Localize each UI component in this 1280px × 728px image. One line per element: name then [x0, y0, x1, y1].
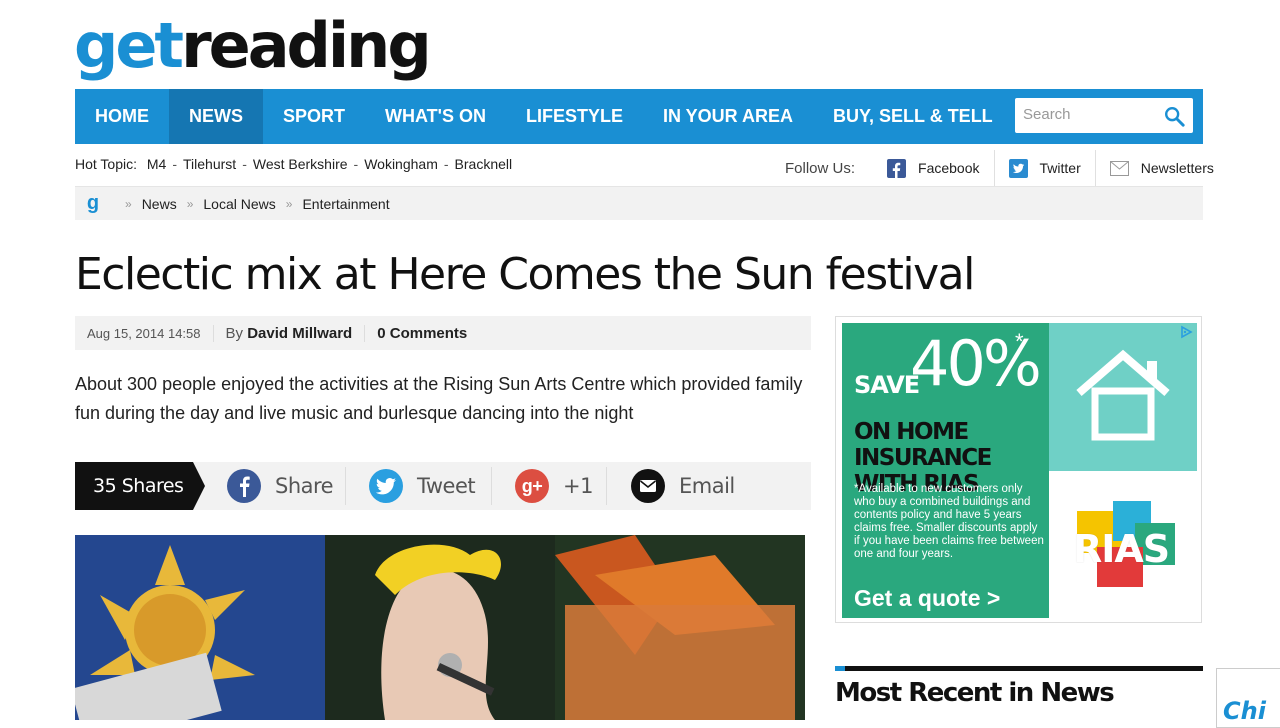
- byline: By David Millward: [212, 324, 365, 342]
- ad-asterisk: *: [1015, 329, 1024, 354]
- facebook-share-button[interactable]: Share: [227, 462, 334, 510]
- section-rule: [835, 666, 1203, 671]
- newsletters-label: Newsletters: [1140, 160, 1214, 176]
- house-icon: [1076, 349, 1170, 441]
- newsletters-link[interactable]: Newsletters: [1094, 150, 1228, 186]
- divider: [345, 467, 346, 505]
- hot-topic-link[interactable]: Tilehurst: [183, 156, 236, 172]
- search-icon[interactable]: [1163, 105, 1185, 127]
- hot-topic-separator: -: [242, 156, 247, 172]
- hot-topic-separator: -: [353, 156, 359, 172]
- nav-item-sport[interactable]: SPORT: [263, 89, 365, 144]
- nav-item-buy-sell-tell[interactable]: BUY, SELL & TELL: [813, 89, 1013, 144]
- main-nav: HOME NEWS SPORT WHAT'S ON LIFESTYLE IN Y…: [75, 89, 1203, 144]
- breadcrumb-separator: »: [186, 196, 194, 211]
- partial-logo-text: Chi: [1223, 697, 1266, 725]
- breadcrumb: g » News » Local News » Entertainment: [75, 187, 1203, 220]
- article-meta: Aug 15, 2014 14:58 By David Millward 0 C…: [75, 316, 811, 350]
- rias-logo-panel: RIAS: [1049, 471, 1197, 618]
- ad-left-panel: SAVE 40% * ON HOME INSURANCE WITH RIAS *A…: [842, 323, 1049, 618]
- partial-logo[interactable]: Chi: [1216, 668, 1280, 728]
- article-headline: Eclectic mix at Here Comes the Sun festi…: [75, 249, 975, 300]
- twitter-share-button[interactable]: Tweet: [369, 462, 476, 510]
- hot-topic-bar: Hot Topic: M4- Tilehurst - West Berkshire - W…: [75, 156, 512, 172]
- logo-reading: reading: [181, 9, 432, 82]
- breadcrumb-entertainment[interactable]: Entertainment: [302, 196, 389, 212]
- divider: [606, 467, 607, 505]
- ad-house-panel: [1049, 323, 1197, 471]
- google-plus-icon: g+: [515, 469, 549, 503]
- search-input[interactable]: [1015, 98, 1171, 131]
- hot-topic-link[interactable]: Bracknell: [455, 156, 513, 172]
- search-box: [1015, 98, 1193, 133]
- advertisement[interactable]: SAVE 40% * ON HOME INSURANCE WITH RIAS *A…: [835, 316, 1202, 623]
- breadcrumb-local-news[interactable]: Local News: [203, 196, 275, 212]
- home-g-icon[interactable]: g: [83, 193, 103, 214]
- breadcrumb-news[interactable]: News: [142, 196, 177, 212]
- author-link[interactable]: David Millward: [247, 325, 352, 342]
- share-google-label: +1: [563, 474, 593, 498]
- share-facebook-label: Share: [275, 474, 334, 498]
- facebook-icon: [227, 469, 261, 503]
- nav-item-in-your-area[interactable]: IN YOUR AREA: [643, 89, 813, 144]
- ad-creative[interactable]: SAVE 40% * ON HOME INSURANCE WITH RIAS *A…: [842, 323, 1197, 618]
- ad-cta[interactable]: Get a quote >: [854, 585, 1000, 612]
- share-email-label: Email: [679, 474, 735, 498]
- hot-topic-separator: -: [172, 156, 178, 172]
- facebook-follow-link[interactable]: Facebook: [873, 150, 993, 186]
- adchoices-icon[interactable]: [1179, 325, 1193, 339]
- by-label: By: [225, 324, 244, 342]
- facebook-label: Facebook: [918, 160, 980, 176]
- nav-item-news[interactable]: NEWS: [169, 89, 263, 144]
- breadcrumb-separator: »: [125, 196, 132, 211]
- nav-item-home[interactable]: HOME: [75, 89, 169, 144]
- share-count: 35 Shares: [75, 462, 205, 510]
- comments-label: Comments: [389, 324, 468, 342]
- hot-topic-link[interactable]: West Berkshire: [253, 156, 348, 172]
- hot-topic-separator: -: [443, 156, 449, 172]
- article-photo[interactable]: [75, 535, 805, 720]
- share-twitter-label: Tweet: [417, 474, 476, 498]
- envelope-icon: [1109, 160, 1129, 176]
- follow-us: Follow Us: Facebook Twitter Newsletters: [785, 150, 1228, 186]
- email-icon: [631, 469, 665, 503]
- article-standfirst: About 300 people enjoyed the activities …: [75, 374, 803, 423]
- hot-topic-link[interactable]: Wokingham: [364, 156, 438, 172]
- googleplus-share-button[interactable]: g+ +1: [515, 462, 593, 510]
- comments-count: 0: [377, 324, 386, 342]
- twitter-icon: [369, 469, 403, 503]
- publish-date: Aug 15, 2014 14:58: [87, 325, 201, 341]
- email-share-button[interactable]: Email: [631, 462, 735, 510]
- hot-topic-label: Hot Topic:: [75, 156, 137, 172]
- nav-item-lifestyle[interactable]: LIFESTYLE: [506, 89, 643, 144]
- twitter-follow-link[interactable]: Twitter: [993, 150, 1095, 186]
- most-recent-heading: Most Recent in News: [835, 678, 1115, 708]
- nav-item-whats-on[interactable]: WHAT'S ON: [365, 89, 506, 144]
- comments-link[interactable]: 0 Comments: [364, 324, 479, 342]
- breadcrumb-separator: »: [285, 196, 293, 211]
- hot-topic-link[interactable]: M4: [147, 156, 166, 172]
- share-bar: 35 Shares Share Tweet g+ +1 Email: [75, 462, 811, 510]
- logo-get: get: [74, 9, 184, 82]
- divider: [491, 467, 492, 505]
- facebook-icon: [887, 158, 907, 178]
- follow-us-label: Follow Us:: [785, 159, 856, 177]
- twitter-label: Twitter: [1039, 160, 1081, 176]
- site-logo[interactable]: getreading: [74, 6, 432, 86]
- ad-line1: ON HOME INSURANCE: [854, 419, 992, 471]
- ad-fine-print: *Available to new customers only who buy…: [854, 483, 1044, 560]
- twitter-icon: [1008, 158, 1028, 178]
- rias-wordmark: RIAS: [1073, 527, 1170, 571]
